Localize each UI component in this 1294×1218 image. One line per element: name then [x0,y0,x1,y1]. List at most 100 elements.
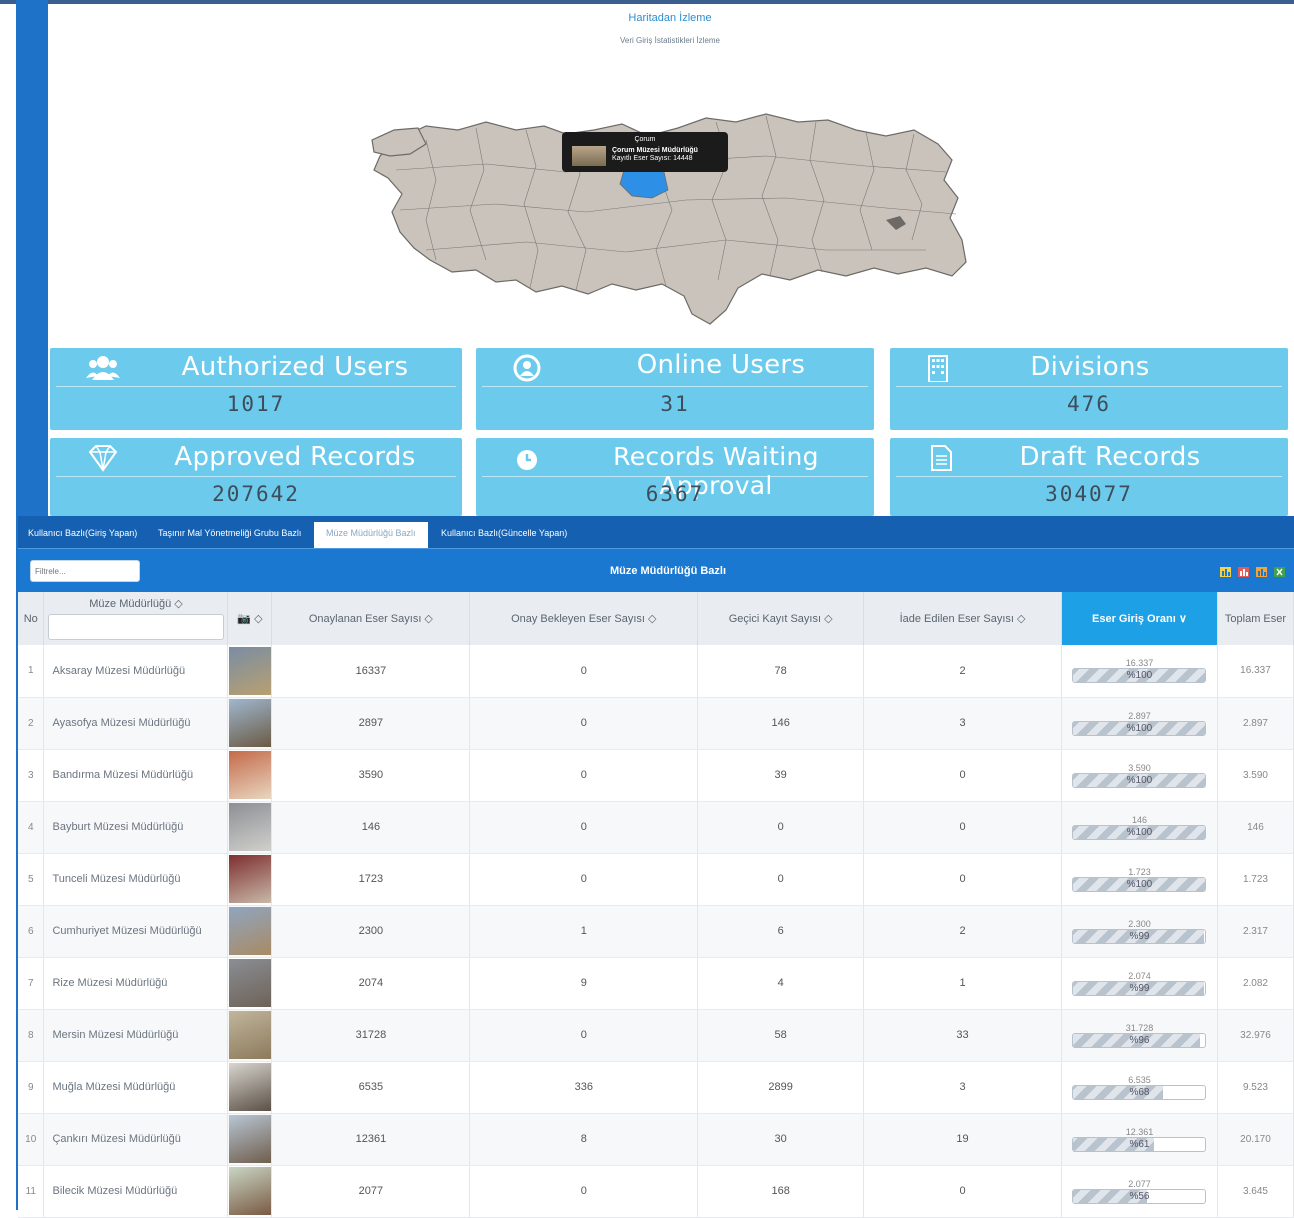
row-waiting: 0 [469,1165,699,1218]
tab-property-group[interactable]: Taşınır Mal Yönetmeliği Grubu Bazlı [158,528,301,538]
row-museum-name: Tunceli Müzesi Müdürlüğü [43,853,229,906]
row-waiting: 0 [469,697,699,750]
tab-bar: Kullanıcı Bazlı(Giriş Yapan) Taşınır Mal… [18,516,1294,548]
row-museum-name: Bayburt Müzesi Müdürlüğü [43,801,229,854]
card-divisions[interactable]: Divisions 476 [890,348,1288,430]
rate-count: 1.723 [1128,866,1151,877]
row-no: 6 [18,905,45,958]
row-temp: 58 [697,1009,865,1062]
row-rate: 16.337 %100 [1061,645,1218,698]
row-waiting: 9 [469,957,699,1010]
row-total: 2.082 [1217,957,1294,1010]
row-photo-cell [227,749,273,802]
rate-percent: %96 [1129,1034,1150,1046]
rate-percent: %100 [1126,878,1153,890]
row-temp: 0 [697,801,865,854]
row-approved: 16337 [271,645,471,698]
export-chart-orange-icon[interactable] [1256,567,1267,577]
col-photo[interactable]: 📷 ◇ [227,592,273,645]
row-approved: 6535 [271,1061,471,1114]
row-museum-name: Bandırma Müzesi Müdürlüğü [43,749,229,802]
row-temp: 0 [697,853,865,906]
table-row[interactable]: 4 Bayburt Müzesi Müdürlüğü 146 0 0 0 146 %100 14… [18,801,1294,854]
row-approved: 2074 [271,957,471,1010]
card-online-users[interactable]: Online Users 31 [476,348,874,430]
museum-photo[interactable] [228,1115,271,1163]
clock-icon [517,450,537,470]
rate-count: 2.074 [1128,970,1151,981]
table-row[interactable]: 1 Aksaray Müzesi Müdürlüğü 16337 0 78 2 16.337… [18,645,1294,698]
card-divider [482,386,868,387]
filter-input[interactable] [30,560,140,582]
row-returned: 1 [863,957,1062,1010]
row-waiting: 0 [469,853,699,906]
col-museum[interactable]: Müze Müdürlüğü ◇ [43,592,229,645]
museum-photo[interactable] [228,751,271,799]
row-total: 1.723 [1217,853,1294,906]
card-value: 31 [660,392,690,416]
museum-photo[interactable] [228,1167,271,1215]
col-no: No [18,592,45,645]
col-temp[interactable]: Geçici Kayıt Sayısı ◇ [697,592,865,645]
row-museum-name: Muğla Müzesi Müdürlüğü [43,1061,229,1114]
export-chart-red-icon[interactable] [1238,567,1249,577]
table-row[interactable]: 8 Mersin Müzesi Müdürlüğü 31728 0 58 33 31.728… [18,1009,1294,1062]
row-museum-name: Çankırı Müzesi Müdürlüğü [43,1113,229,1166]
museum-photo[interactable] [228,646,271,695]
table-row[interactable]: 3 Bandırma Müzesi Müdürlüğü 3590 0 39 0 3.590%… [18,749,1294,802]
table-row[interactable]: 2 Ayasofya Müzesi Müdürlüğü 2897 0 146 3 2.897… [18,697,1294,750]
museum-photo[interactable] [228,803,271,851]
row-museum-name: Bilecik Müzesi Müdürlüğü [43,1165,229,1218]
museum-photo[interactable] [228,1011,271,1059]
card-label: Authorized Users [181,352,409,382]
museum-photo[interactable] [228,907,271,955]
table-row[interactable]: 9 Muğla Müzesi Müdürlüğü 6535 336 2899 3 6.535… [18,1061,1294,1114]
card-draft-records[interactable]: Draft Records 304077 [890,438,1288,516]
row-photo-cell [227,1113,273,1166]
col-rate[interactable]: Eser Giriş Oranı ∨ [1061,592,1218,645]
row-total: 3.590 [1217,749,1294,802]
map-tooltip: Çorum Çorum Müzesi Müdürlüğü Kayıtlı Ese… [562,132,728,172]
left-sidebar-strip [16,0,48,516]
card-value: 207642 [212,482,300,506]
table-row[interactable]: 5 Tunceli Müzesi Müdürlüğü 1723 0 0 0 1.723 %10… [18,853,1294,906]
row-approved: 2897 [271,697,471,750]
card-approved-records[interactable]: Approved Records 207642 [50,438,462,516]
museum-photo[interactable] [228,699,271,747]
map-title: Haritadan İzleme [628,12,712,24]
row-waiting: 0 [469,1009,699,1062]
col-returned[interactable]: İade Edilen Eser Sayısı ◇ [863,592,1062,645]
tooltip-city: Çorum [634,136,656,143]
tab-user-based-entry[interactable]: Kullanıcı Bazlı(Giriş Yapan) [28,528,137,538]
col-approved[interactable]: Onaylanan Eser Sayısı ◇ [271,592,471,645]
row-rate: 3.590 %100 [1061,749,1218,802]
card-divider [896,476,1282,477]
museum-column-filter[interactable] [47,614,224,640]
rate-percent: %61 [1129,1138,1150,1150]
tab-user-based-update[interactable]: Kullanıcı Bazlı(Güncelle Yapan) [441,528,567,538]
tab-museum-directorate[interactable]: Müze Müdürlüğü Bazlı [314,522,428,548]
export-chart-icon[interactable] [1220,567,1231,577]
table-row[interactable]: 10 Çankırı Müzesi Müdürlüğü 12361 8 30 19 12.3… [18,1113,1294,1166]
rate-percent: %100 [1126,722,1153,734]
row-returned: 3 [863,697,1062,750]
col-total[interactable]: Toplam Eser [1217,592,1294,645]
table-row[interactable]: 6 Cumhuriyet Müzesi Müdürlüğü 2300 1 6 2 2.300… [18,905,1294,958]
card-records-waiting-approval[interactable]: Records Waiting Approval 6367 [476,438,874,516]
museum-photo[interactable] [228,855,271,903]
row-photo-cell [227,1009,273,1062]
row-returned: 2 [863,645,1062,698]
card-authorized-users[interactable]: Authorized Users 1017 [50,348,462,430]
museum-photo[interactable] [228,959,271,1007]
user-circle-icon [513,354,541,382]
col-waiting[interactable]: Onay Bekleyen Eser Sayısı ◇ [469,592,699,645]
museum-photo[interactable] [228,1063,271,1111]
export-excel-icon[interactable] [1274,567,1285,577]
row-no: 11 [18,1165,45,1218]
card-label: Divisions [1030,352,1150,382]
table-row[interactable]: 7 Rize Müzesi Müdürlüğü 2074 9 4 1 2.074 %99 2.0… [18,957,1294,1010]
rate-progress-bar: %100 [1072,876,1207,892]
tooltip-thumbnail [572,146,606,166]
table-row[interactable]: 11 Bilecik Müzesi Müdürlüğü 2077 0 168 0 2.077… [18,1165,1294,1218]
diamond-icon [88,445,118,472]
